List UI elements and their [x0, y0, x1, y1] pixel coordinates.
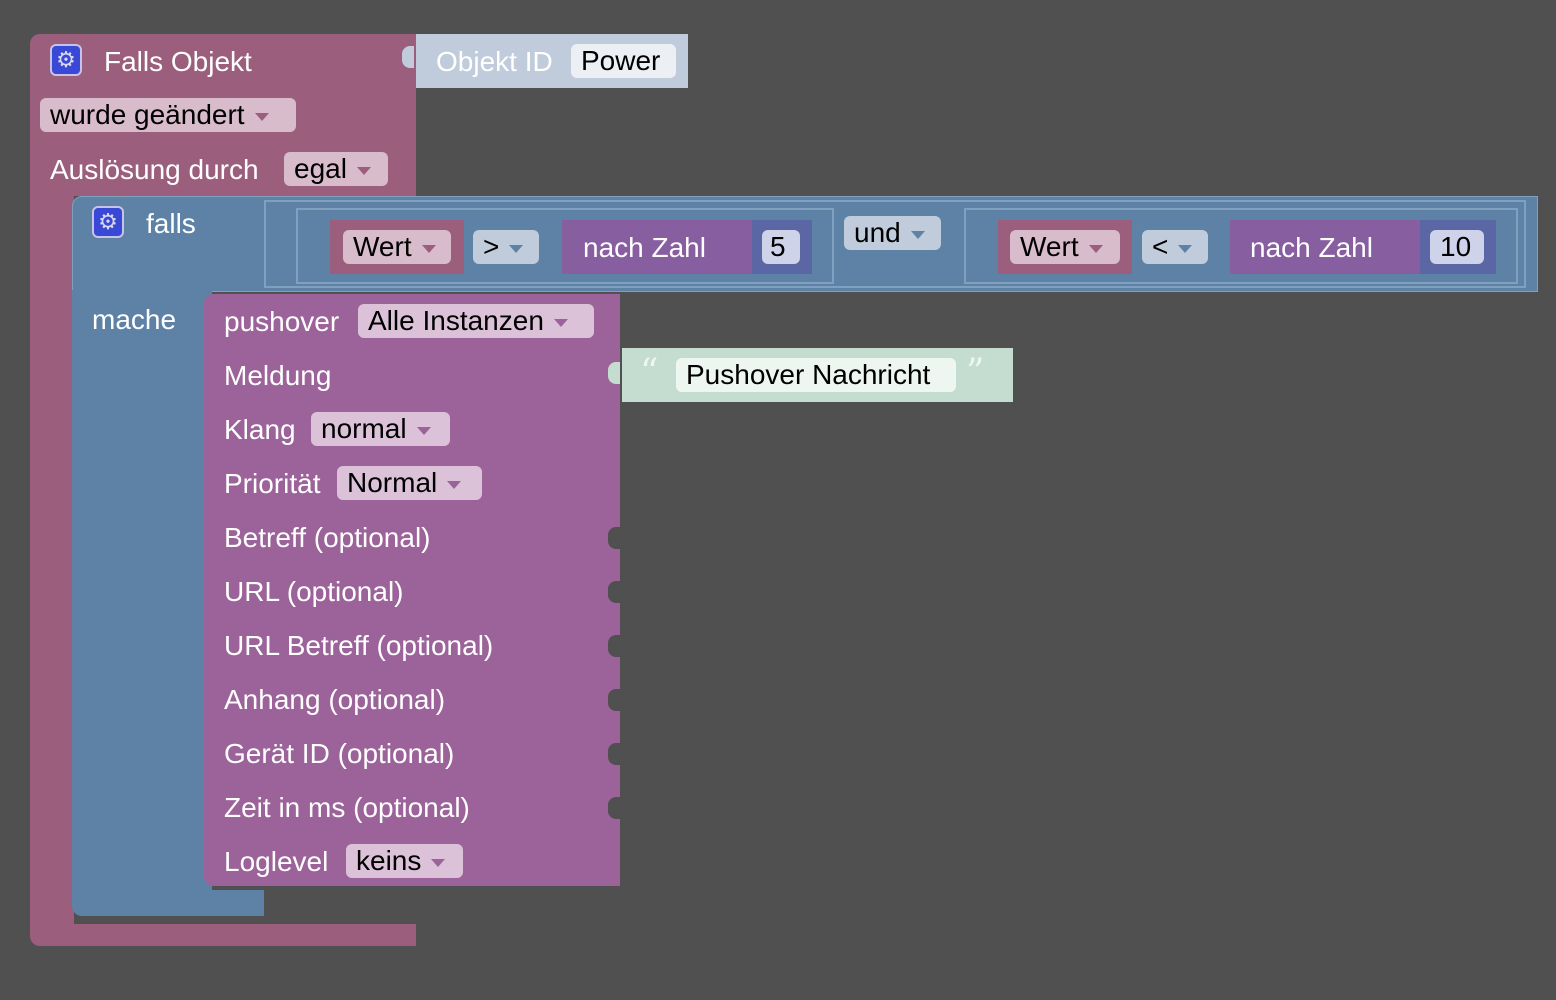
input-socket: [608, 527, 620, 549]
input-socket: [608, 797, 620, 819]
optional-input-label: URL (optional): [224, 576, 404, 607]
message-label: Meldung: [224, 360, 332, 391]
value-dropdown-left[interactable]: Wert: [343, 230, 451, 264]
optional-input-label: Betreff (optional): [224, 522, 431, 553]
event-value: wurde geändert: [50, 99, 245, 130]
chevron-down-icon: [421, 244, 436, 253]
object-id-label: Objekt ID: [436, 46, 553, 77]
operator-dropdown-left[interactable]: >: [473, 230, 539, 264]
sound-dropdown[interactable]: normal: [311, 412, 450, 446]
chevron-down-icon: [553, 318, 568, 327]
operator-value: >: [483, 231, 500, 262]
message-field[interactable]: Pushover Nachricht: [676, 358, 956, 392]
priority-label: Priorität: [224, 468, 321, 499]
operator-dropdown-right[interactable]: <: [1142, 230, 1208, 264]
optional-input-label: Gerät ID (optional): [224, 738, 455, 769]
connector: [608, 362, 620, 384]
number-value: 10: [1440, 231, 1472, 262]
priority-dropdown[interactable]: Normal: [337, 466, 482, 500]
value-dropdown-right[interactable]: Wert: [1010, 230, 1120, 264]
chevron-down-icon: [356, 166, 371, 175]
chevron-down-icon: [1088, 244, 1103, 253]
if-label: falls: [146, 208, 196, 239]
instance-value: Alle Instanzen: [368, 305, 544, 336]
gear-icon[interactable]: ⚙: [92, 206, 124, 238]
logic-operator-value: und: [854, 217, 901, 248]
input-socket: [608, 581, 620, 603]
trigger-label: Auslösung durch: [50, 154, 259, 185]
value-field: Wert: [1020, 231, 1079, 262]
trigger-block-bottom: [30, 924, 416, 946]
object-id-field[interactable]: Power: [571, 44, 676, 78]
gear-icon[interactable]: ⚙: [50, 44, 82, 76]
chevron-down-icon: [509, 244, 524, 253]
chevron-down-icon: [254, 112, 269, 121]
input-socket: [608, 743, 620, 765]
object-id-value: Power: [581, 45, 661, 76]
connector: [402, 46, 414, 68]
number-field-right[interactable]: 10: [1430, 230, 1484, 264]
trigger-title: Falls Objekt: [104, 46, 252, 77]
trigger-dropdown[interactable]: egal: [284, 152, 388, 186]
trigger-block-spine: [30, 190, 74, 930]
number-value: 5: [770, 231, 786, 262]
event-dropdown[interactable]: wurde geändert: [40, 98, 296, 132]
logic-operator-dropdown[interactable]: und: [844, 216, 941, 250]
optional-input-label: URL Betreff (optional): [224, 630, 494, 661]
chevron-down-icon: [447, 480, 462, 489]
instance-dropdown[interactable]: Alle Instanzen: [358, 304, 594, 338]
loglevel-label: Loglevel: [224, 846, 329, 877]
chevron-down-icon: [416, 426, 431, 435]
to-number-label: nach Zahl: [1250, 232, 1373, 263]
input-socket: [608, 689, 620, 711]
sound-label: Klang: [224, 414, 296, 445]
chevron-down-icon: [1178, 244, 1193, 253]
quote-close-icon: ”: [966, 352, 985, 393]
chevron-down-icon: [431, 858, 446, 867]
value-field: Wert: [353, 231, 412, 262]
priority-value: Normal: [347, 467, 438, 498]
do-label: mache: [92, 304, 177, 335]
optional-input-label: Anhang (optional): [224, 684, 446, 715]
if-block-bottom: [72, 890, 264, 916]
loglevel-value: keins: [356, 845, 422, 876]
sound-value: normal: [321, 413, 407, 444]
trigger-value: egal: [294, 153, 347, 184]
message-value: Pushover Nachricht: [686, 359, 931, 390]
number-field-left[interactable]: 5: [762, 230, 800, 264]
input-socket: [608, 635, 620, 657]
loglevel-dropdown[interactable]: keins: [346, 844, 463, 878]
optional-input-label: Zeit in ms (optional): [224, 792, 470, 823]
quote-open-icon: “: [640, 352, 659, 393]
pushover-label: pushover: [224, 306, 340, 337]
operator-value: <: [1152, 231, 1169, 262]
chevron-down-icon: [910, 230, 925, 239]
to-number-label: nach Zahl: [583, 232, 706, 263]
if-block-spine: [72, 290, 212, 900]
